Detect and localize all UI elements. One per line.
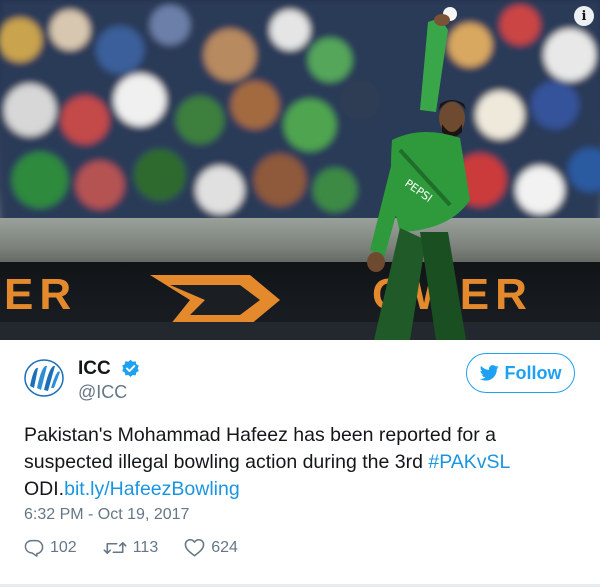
crowd-background (0, 0, 600, 225)
icc-logo-avatar[interactable] (24, 358, 64, 398)
like-count: 624 (211, 538, 238, 556)
retweet-count: 113 (132, 538, 159, 556)
tweet-photo[interactable]: ER OWER PEPSI i (0, 0, 600, 340)
heart-icon (184, 538, 205, 557)
retweet-button[interactable]: 113 (103, 538, 159, 557)
reply-count: 102 (50, 538, 77, 556)
board-lower-strip (0, 322, 600, 340)
author-handle[interactable]: @ICC (78, 382, 127, 403)
tweet-text: Pakistan's Mohammad Hafeez has been repo… (24, 422, 584, 503)
like-button[interactable]: 624 (184, 538, 238, 557)
board-logo-shape (150, 275, 280, 325)
tweet-text-main: Pakistan's Mohammad Hafeez has been repo… (24, 424, 496, 473)
follow-button[interactable]: Follow (466, 353, 575, 393)
retweet-icon (103, 541, 127, 554)
verified-badge-icon (122, 359, 139, 377)
board-text-left: ER (4, 270, 78, 319)
hashtag-link[interactable]: #PAKvSL (428, 451, 509, 473)
reply-icon (24, 539, 44, 557)
author-name[interactable]: ICC (78, 358, 111, 380)
url-link[interactable]: bit.ly/HafeezBowling (64, 478, 240, 500)
info-icon[interactable]: i (574, 6, 594, 26)
bowler-figure: PEPSI (367, 7, 470, 340)
boundary-rail (0, 218, 600, 266)
tweet-actions: 102 113 624 (24, 538, 264, 557)
tweet-timestamp[interactable]: 6:32 PM - Oct 19, 2017 (24, 506, 189, 524)
follow-label: Follow (504, 362, 562, 383)
tweet-text-tail: ODI. (24, 478, 65, 500)
twitter-bird-icon (479, 365, 499, 381)
reply-button[interactable]: 102 (24, 539, 77, 557)
tweet-card: ICC @ICC Follow Pakistan's Mohammad Hafe… (0, 340, 600, 587)
